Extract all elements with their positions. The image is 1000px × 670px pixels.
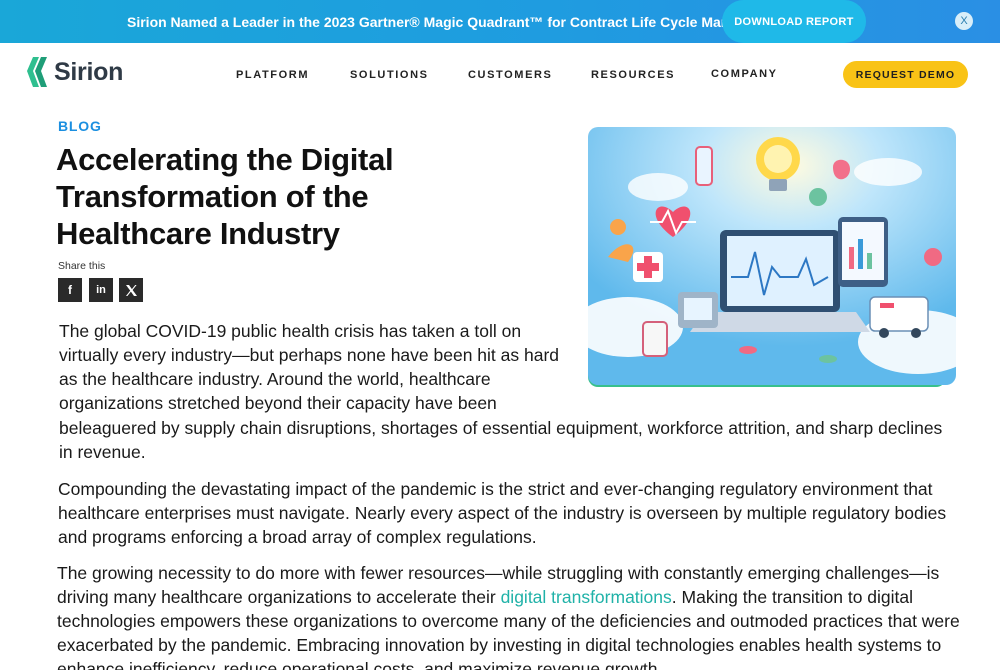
paragraph-intro: The global COVID-19 public health crisis… xyxy=(59,321,560,413)
category-label[interactable]: BLOG xyxy=(58,118,102,134)
paragraph-digital: The growing necessity to do more with fe… xyxy=(57,561,982,670)
linkedin-icon: in xyxy=(96,284,106,296)
facebook-share-button[interactable]: f xyxy=(58,278,82,302)
download-report-button[interactable]: DOWNLOAD REPORT xyxy=(722,0,866,43)
announcement-bar: Sirion Named a Leader in the 2023 Gartne… xyxy=(0,0,1000,43)
request-demo-button[interactable]: REQUEST DEMO xyxy=(843,61,968,88)
nav-platform[interactable]: PLATFORM xyxy=(236,69,309,81)
linkedin-share-button[interactable]: in xyxy=(89,278,113,302)
facebook-icon: f xyxy=(68,283,72,297)
x-share-button[interactable] xyxy=(119,278,143,302)
article-title: Accelerating the Digital Transformation … xyxy=(56,142,394,251)
nav-solutions[interactable]: SOLUTIONS xyxy=(350,69,429,81)
healthcare-illustration xyxy=(588,127,956,385)
hero-image xyxy=(588,127,956,385)
paragraph-regulation: Compounding the devastating impact of th… xyxy=(58,479,947,547)
nav-company[interactable]: COMPANY xyxy=(711,68,778,80)
share-label: Share this xyxy=(58,260,106,272)
digital-transformations-link[interactable]: digital transformations xyxy=(501,587,672,607)
nav-customers[interactable]: CUSTOMERS xyxy=(468,69,552,81)
paragraph-intro-continued: beleaguered by supply chain disruptions,… xyxy=(59,418,943,462)
announcement-text: Sirion Named a Leader in the 2023 Gartne… xyxy=(127,14,791,30)
nav-resources[interactable]: RESOURCES xyxy=(591,69,675,81)
x-icon xyxy=(125,284,137,296)
close-icon[interactable]: X xyxy=(955,12,973,30)
